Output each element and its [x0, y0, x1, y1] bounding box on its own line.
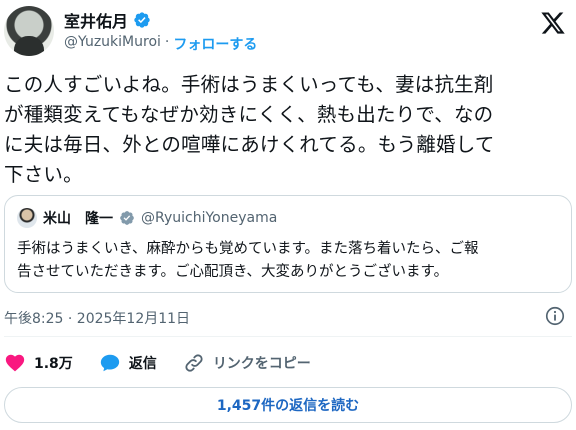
heart-icon	[5, 354, 25, 372]
quoted-author-avatar	[17, 208, 37, 228]
author-name-row: 室井佑月	[64, 8, 151, 32]
tweet-header: 室井佑月 @YuzukiMuroi · フォローする	[4, 4, 572, 62]
quoted-tweet-card[interactable]: 米山 隆一 @RyuichiYoneyama 手術はうまくいき、麻酔からも覚めて…	[4, 195, 572, 293]
verified-badge-icon	[134, 12, 150, 28]
like-button[interactable]: 1.8万	[4, 352, 73, 374]
tweet-text-line: この人すごいよね。手術はうまくいっても、妻は抗生剤	[4, 73, 494, 96]
action-bar: 1.8万 返信 リンクをコピー	[4, 350, 337, 376]
tweet-text-line: が種類変えてもなぜか効きにくく、熱も出たりで、なの	[4, 103, 494, 126]
author-display-name[interactable]: 室井佑月	[64, 8, 128, 32]
tweet-text: この人すごいよね。手術はうまくいっても、妻は抗生剤 が種類変えてもなぜか効きにく…	[4, 70, 570, 190]
author-avatar[interactable]	[4, 6, 54, 56]
tweet-text-line: に夫は毎日、外との喧嘩にあけくれてる。もう離婚して	[4, 133, 495, 156]
info-icon[interactable]	[544, 305, 566, 327]
quoted-tweet-header: 米山 隆一 @RyuichiYoneyama	[17, 208, 277, 228]
handle-separator: ·	[164, 34, 170, 50]
author-handle[interactable]: @YuzukiMuroi	[64, 34, 161, 54]
author-handle-row: @YuzukiMuroi · フォローする	[64, 34, 257, 54]
speech-bubble-icon	[100, 354, 119, 372]
quoted-text-line: 告させていただきます。ご心配頂き、大変ありがとうございます。	[17, 264, 449, 280]
like-count: 1.8万	[34, 356, 73, 372]
quoted-author-handle: @RyuichiYoneyama	[141, 210, 278, 226]
x-logo-icon[interactable]	[540, 10, 566, 36]
copy-link-button[interactable]: リンクをコピー	[183, 352, 311, 374]
follow-button[interactable]: フォローする	[173, 34, 257, 54]
read-replies-label: 1,457件の返信を読む	[216, 398, 360, 414]
quoted-author-name: 米山 隆一	[43, 211, 113, 227]
link-icon	[185, 354, 203, 372]
reply-button[interactable]: 返信	[99, 352, 157, 374]
quoted-text-line: 手術はうまくいき、麻酔からも覚めています。また落ち着いたら、ご報	[17, 241, 479, 257]
copy-link-label: リンクをコピー	[212, 356, 311, 372]
verified-badge-icon	[120, 211, 134, 225]
divider	[4, 336, 572, 337]
quoted-tweet-text: 手術はうまくいき、麻酔からも覚めています。また落ち着いたら、ご報 告させていただ…	[17, 238, 557, 284]
reply-label: 返信	[128, 356, 157, 372]
tweet-text-line: 下さい。	[4, 163, 83, 186]
read-replies-button[interactable]: 1,457件の返信を読む	[4, 387, 572, 423]
tweet-timestamp[interactable]: 午後8:25 · 2025年12月11日	[4, 308, 190, 328]
